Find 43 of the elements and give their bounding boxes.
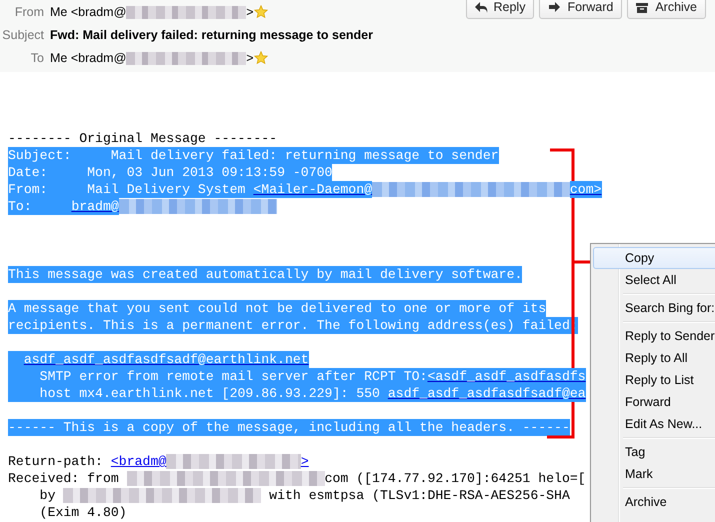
message-text: com ([174.77.92.170]:64251 helo=[: [324, 470, 586, 487]
address-end: >: [246, 5, 254, 19]
email-link[interactable]: >: [300, 453, 309, 470]
menu-item[interactable]: Tag: [593, 441, 715, 463]
forward-arrow-icon: [547, 0, 562, 14]
message-text: Subject: Mail delivery failed: returning message to sender: [8, 147, 499, 164]
message-text: To:: [8, 198, 72, 215]
menu-item[interactable]: Reply to List: [593, 369, 715, 391]
reply-button[interactable]: Reply: [466, 0, 534, 19]
menu-item[interactable]: Reply to All: [593, 347, 715, 369]
field-label: From: [14, 5, 44, 19]
message-text: ------ This is a copy of the message, including all the headers. ------: [8, 419, 570, 436]
menu-item[interactable]: Select All: [593, 269, 715, 291]
menu-item[interactable]: Archive: [593, 491, 715, 513]
menu-item[interactable]: Edit As New...: [593, 413, 715, 435]
message-text: SMTP error from remote mail server after RCPT TO:: [8, 368, 428, 385]
sender-name: Me <bradm@: [50, 51, 126, 65]
field-label: To: [30, 51, 44, 65]
menu-item[interactable]: Forward: [593, 391, 715, 413]
message-text: From: Mail Delivery System: [8, 181, 254, 198]
reply-arrow-icon: [474, 0, 488, 14]
message-text: Date: Mon, 03 Jun 2013 09:13:59 -0700: [8, 164, 332, 181]
message-text: (Exim 4.80): [38, 504, 127, 521]
menu-item[interactable]: Search Bing for:: [593, 297, 715, 319]
subject-text: Fwd: Mail delivery failed: returning message to sender: [50, 28, 373, 42]
message-text: by: [38, 487, 56, 504]
message-text: Received: from: [8, 470, 120, 487]
message-text: A message that you sent could not be delivered to one or more of its: [8, 300, 546, 317]
address-end: >: [246, 51, 254, 65]
email-link[interactable]: <bradm@: [110, 453, 166, 470]
message-text: This message was created automatically by mail delivery software.: [8, 266, 522, 283]
message-text: with esmtpsa (TLSv1:DHE-RSA-AES256-SHA: [268, 487, 570, 504]
archive-box-icon: [635, 0, 650, 14]
menu-item[interactable]: Reply to Sender: [593, 325, 715, 347]
archive-button[interactable]: Archive: [627, 0, 706, 19]
menu-item[interactable]: Mark: [593, 463, 715, 485]
menu-item[interactable]: Copy: [593, 247, 715, 269]
message-text: Return-path:: [8, 453, 104, 470]
sender-name: Me <bradm@: [50, 5, 126, 19]
field-label: Subject: [1, 28, 44, 42]
message-text: host mx4.earthlink.net [209.86.93.229]: 550: [8, 385, 388, 402]
message-text: -------- Original Message --------: [8, 130, 278, 147]
forward-button[interactable]: Forward: [539, 0, 622, 19]
